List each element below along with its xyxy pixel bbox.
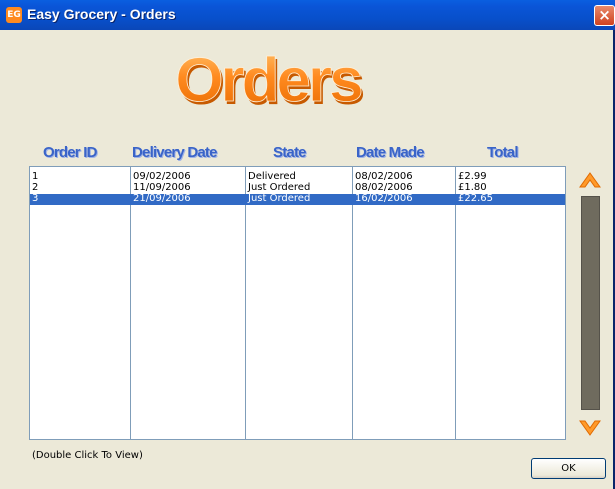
column-divider xyxy=(245,167,246,439)
close-button[interactable]: × xyxy=(594,5,615,26)
cell-delivery-date: 21/09/2006 xyxy=(133,193,191,204)
double-click-hint: (Double Click To View) xyxy=(32,450,143,461)
title-bar[interactable]: EG Easy Grocery - Orders × xyxy=(0,0,615,30)
scroll-up-button[interactable] xyxy=(578,170,602,192)
column-header-delivery-date[interactable]: Delivery Date xyxy=(132,144,217,161)
orders-heading: Orders Orders xyxy=(164,44,374,118)
cell-state: Just Ordered xyxy=(248,193,311,204)
column-header-date-made[interactable]: Date Made xyxy=(356,144,425,161)
column-header-order-id[interactable]: Order ID xyxy=(43,144,97,161)
table-row[interactable]: 3 21/09/2006 Just Ordered 16/02/2006 £22.65 xyxy=(30,193,565,205)
cell-date-made: 16/02/2006 xyxy=(355,193,413,204)
scroll-down-button[interactable] xyxy=(578,416,602,438)
ok-button[interactable]: OK xyxy=(531,458,606,479)
easy-grocery-app-icon[interactable]: EG xyxy=(6,7,22,23)
page-title: Orders xyxy=(175,46,361,114)
scrollbar[interactable] xyxy=(578,170,602,440)
orders-heading-graphic: Orders Orders xyxy=(175,46,366,118)
scroll-track[interactable] xyxy=(581,196,600,410)
column-divider xyxy=(352,167,353,439)
close-icon: × xyxy=(598,6,611,24)
cell-id: 3 xyxy=(32,193,39,204)
column-header-total[interactable]: Total xyxy=(487,144,519,161)
orange-arrow-down-icon xyxy=(579,420,601,436)
orange-arrow-up-icon xyxy=(579,172,601,188)
column-divider xyxy=(130,167,131,439)
orders-window: EG Easy Grocery - Orders × Orders Orders… xyxy=(0,0,615,489)
cell-total: £22.65 xyxy=(458,193,493,204)
window-title: Easy Grocery - Orders xyxy=(27,6,176,22)
column-header-state[interactable]: State xyxy=(273,144,306,161)
column-divider xyxy=(455,167,456,439)
orders-list[interactable]: 1 09/02/2006 Delivered 08/02/2006 £2.99 2 11/0… xyxy=(29,166,566,440)
